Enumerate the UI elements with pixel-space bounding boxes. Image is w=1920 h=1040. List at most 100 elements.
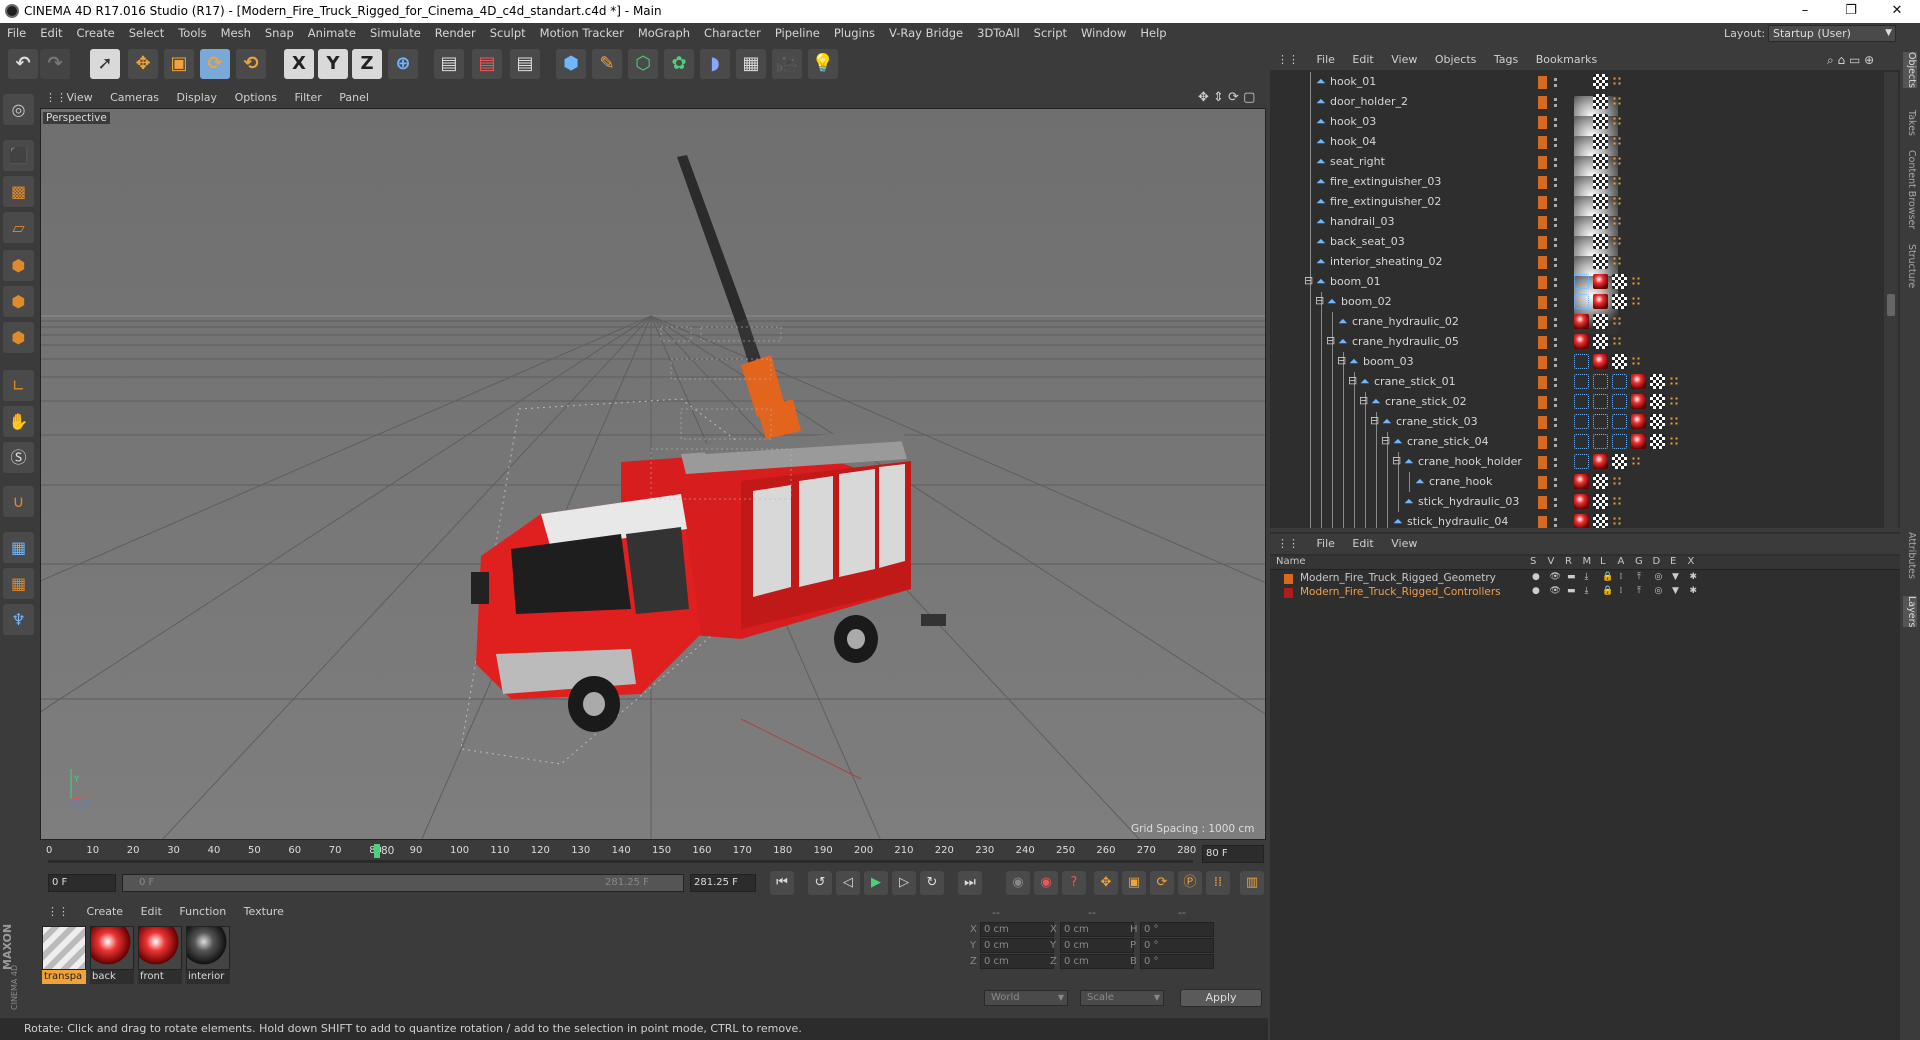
object-row[interactable]: ⏶ crane_hydraulic_02 — [1270, 312, 1884, 332]
end-range-field[interactable]: 281.25 F — [690, 874, 756, 892]
material-menu-function[interactable]: Function — [172, 902, 233, 922]
layer-menu-view[interactable]: View — [1384, 534, 1424, 554]
menu-edit[interactable]: Edit — [33, 23, 69, 44]
uvw-tag-icon[interactable] — [1593, 94, 1608, 109]
material-menu-texture[interactable]: Texture — [237, 902, 291, 922]
constraint-tag-icon[interactable] — [1593, 434, 1608, 449]
layer-flag-toggle-icon[interactable]: ▼ — [1672, 586, 1679, 596]
python-icon[interactable]: ♆ — [3, 604, 34, 635]
render-visibility-dot[interactable] — [1554, 264, 1557, 267]
display-tag-icon[interactable] — [1612, 116, 1622, 126]
display-tag-icon[interactable] — [1612, 196, 1622, 206]
layer-flag-toggle-icon[interactable]: ◎ — [1655, 586, 1663, 596]
material-tag-icon[interactable] — [1574, 474, 1589, 489]
coord-value-field[interactable]: 0 cm — [980, 954, 1054, 969]
layer-color-swatch[interactable] — [1538, 456, 1547, 469]
menu-select[interactable]: Select — [122, 23, 171, 44]
snapping-icon[interactable]: Ⓢ — [3, 442, 34, 473]
editor-visibility-dot[interactable] — [1554, 258, 1557, 261]
object-row[interactable]: ⏶ fire_extinguisher_02 — [1270, 192, 1884, 274]
display-tag-icon[interactable] — [1612, 496, 1622, 506]
menu-animate[interactable]: Animate — [301, 23, 363, 44]
editor-visibility-dot[interactable] — [1554, 338, 1557, 341]
render-visibility-dot[interactable] — [1554, 84, 1557, 87]
texture-mode-icon[interactable]: ▩ — [3, 176, 34, 207]
object-row[interactable]: ⏶ interior_sheating_02 — [1270, 252, 1884, 334]
layer-flag-toggle-icon[interactable]: ◎ — [1655, 572, 1663, 582]
editor-visibility-dot[interactable] — [1554, 478, 1557, 481]
move-icon[interactable]: ✥ — [128, 49, 158, 79]
scale-icon[interactable]: ▣ — [164, 49, 194, 79]
render-visibility-dot[interactable] — [1554, 364, 1557, 367]
display-tag-icon[interactable] — [1612, 256, 1622, 266]
frame-range-slider[interactable]: 0 F 281.25 F — [122, 874, 684, 892]
uvw-tag-icon[interactable] — [1650, 414, 1665, 429]
layer-flag-header[interactable]: X — [1688, 556, 1695, 567]
layer-flag-toggle-icon[interactable]: ⤒ — [1637, 572, 1641, 582]
start-frame-field[interactable]: 0 F — [48, 874, 116, 892]
uvw-tag-icon[interactable] — [1593, 114, 1608, 129]
constraint-tag-icon[interactable] — [1612, 394, 1627, 409]
display-tag-icon[interactable] — [1612, 236, 1622, 246]
layer-color-swatch[interactable] — [1538, 96, 1547, 109]
expand-toggle-icon[interactable]: ⊟ — [1304, 274, 1313, 287]
layer-color-swatch[interactable] — [1284, 588, 1293, 598]
material-swatch[interactable]: interior — [186, 926, 230, 984]
render-visibility-dot[interactable] — [1554, 404, 1557, 407]
constraint-tag-icon[interactable] — [1574, 374, 1589, 389]
render-visibility-dot[interactable] — [1554, 284, 1557, 287]
recent-tool-icon[interactable]: ⟲ — [236, 49, 266, 79]
side-tab-attributes[interactable]: Attributes — [1903, 532, 1917, 579]
constraint-tag-icon[interactable] — [1612, 434, 1627, 449]
render-view-icon[interactable]: ▤ — [434, 49, 464, 79]
layer-color-swatch[interactable] — [1538, 436, 1547, 449]
layer-flag-toggle-icon[interactable]: ⁞ — [1620, 586, 1623, 596]
goto-start-icon[interactable]: ⏮ — [770, 871, 794, 895]
material-menu-create[interactable]: Create — [80, 902, 131, 922]
layer-flag-toggle-icon[interactable]: ▼ — [1672, 572, 1679, 582]
editor-visibility-dot[interactable] — [1554, 518, 1557, 521]
array-icon[interactable]: ✿ — [664, 49, 694, 79]
layer-flag-toggle-icon[interactable]: 👁 — [1550, 572, 1561, 582]
z-axis-icon[interactable]: Z — [352, 49, 382, 79]
editor-visibility-dot[interactable] — [1554, 98, 1557, 101]
layer-flag-toggle-icon[interactable]: ⤒ — [1637, 586, 1641, 596]
uvw-tag-icon[interactable] — [1593, 174, 1608, 189]
side-tab-content-browser[interactable]: Content Browser — [1903, 150, 1917, 229]
render-visibility-dot[interactable] — [1554, 164, 1557, 167]
material-tag-icon[interactable] — [1593, 294, 1608, 309]
prev-key-icon[interactable]: ↺ — [808, 871, 832, 895]
layer-flag-header[interactable]: V — [1548, 556, 1555, 567]
undo-icon[interactable]: ↶ — [8, 49, 38, 79]
layer-color-swatch[interactable] — [1284, 574, 1293, 584]
display-tag-icon[interactable] — [1612, 76, 1622, 86]
layer-flag-toggle-icon[interactable]: ⤓ — [1585, 586, 1589, 596]
menu-snap[interactable]: Snap — [258, 23, 301, 44]
layer-color-swatch[interactable] — [1538, 476, 1547, 489]
play-icon[interactable]: ▶ — [864, 871, 888, 895]
object-header-icons[interactable]: ⌕ ⌂ ▭ ⊕ — [1820, 50, 1881, 70]
render-visibility-dot[interactable] — [1554, 384, 1557, 387]
constraint-tag-icon[interactable] — [1574, 354, 1589, 369]
uvw-tag-icon[interactable] — [1593, 334, 1608, 349]
editor-visibility-dot[interactable] — [1554, 158, 1557, 161]
display-tag-icon[interactable] — [1669, 416, 1679, 426]
render-visibility-dot[interactable] — [1554, 104, 1557, 107]
display-tag-icon[interactable] — [1612, 316, 1622, 326]
render-visibility-dot[interactable] — [1554, 324, 1557, 327]
display-tag-icon[interactable] — [1612, 336, 1622, 346]
layer-flag-header[interactable]: L — [1600, 556, 1606, 567]
expand-toggle-icon[interactable]: ⊟ — [1326, 334, 1335, 347]
layer-row[interactable]: Modern_Fire_Truck_Rigged_Controllers ● 👁 ▬ ⤓… — [1270, 586, 1900, 600]
scrollbar-thumb[interactable] — [1887, 294, 1895, 316]
expand-toggle-icon[interactable]: ⊟ — [1315, 294, 1324, 307]
expand-toggle-icon[interactable]: ⊟ — [1392, 454, 1401, 467]
object-row[interactable]: ⏶ stick_hydraulic_03 — [1270, 492, 1884, 512]
layer-color-swatch[interactable] — [1538, 376, 1547, 389]
edges-mode-icon[interactable]: ⬢ — [3, 286, 34, 317]
viewport-menu-panel[interactable]: Panel — [332, 88, 376, 108]
layer-flag-header[interactable]: S — [1530, 556, 1536, 567]
uvw-tag-icon[interactable] — [1593, 474, 1608, 489]
editor-visibility-dot[interactable] — [1554, 498, 1557, 501]
step-back-icon[interactable]: ◁ — [836, 871, 860, 895]
